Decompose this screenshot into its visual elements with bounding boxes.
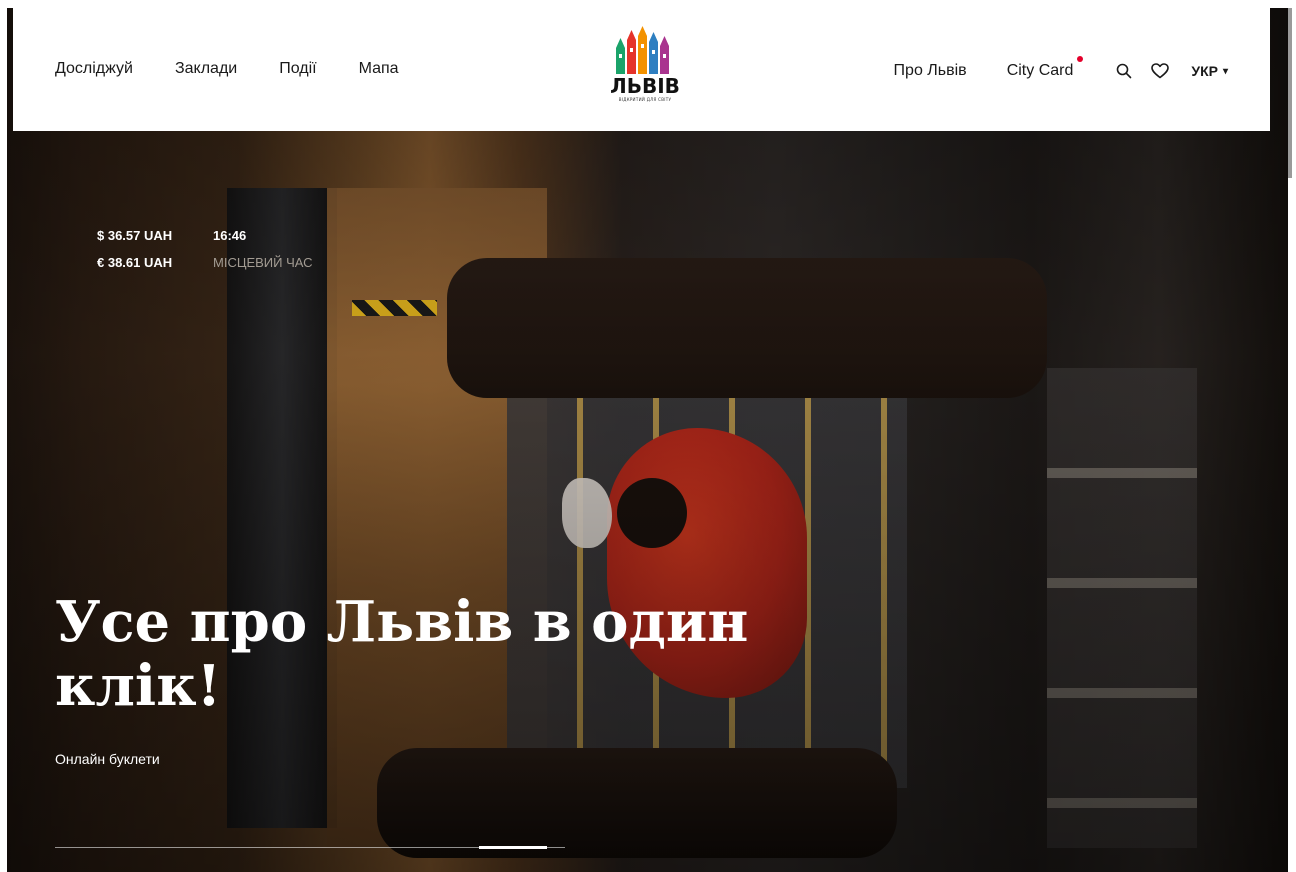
- main-nav-right: Про Львів City Card УКР ▾: [894, 56, 1228, 82]
- site-logo[interactable]: ЛЬВІВ ВІДКРИТИЙ ДЛЯ СВІТУ: [610, 26, 680, 126]
- site-header: Досліджуй Заклади Події Мапа ЛЬВІВ ВІДКР…: [13, 8, 1270, 131]
- hero-booklets-link[interactable]: Онлайн буклети: [55, 751, 160, 767]
- chevron-down-icon: ▾: [1222, 65, 1228, 77]
- city-card-label: City Card: [1006, 62, 1074, 79]
- lviv-towers-logo-icon: [616, 26, 669, 74]
- hero-photo-overlay: [7, 8, 1288, 872]
- nav-city-card-link[interactable]: City Card: [1006, 56, 1084, 80]
- favorites-button[interactable]: [1149, 60, 1171, 82]
- search-icon: [1117, 63, 1132, 79]
- page: Досліджуй Заклади Події Мапа ЛЬВІВ ВІДКР…: [0, 0, 1296, 872]
- usd-exchange-rate: $ 36.57 UAH: [97, 228, 173, 243]
- slider-progress-active[interactable]: [479, 846, 547, 849]
- main-nav-left: Досліджуй Заклади Події Мапа: [55, 60, 441, 78]
- language-selector[interactable]: УКР ▾: [1191, 63, 1228, 79]
- search-button[interactable]: [1113, 60, 1135, 82]
- hero-title: Усе про Львів в один клік!: [55, 589, 749, 719]
- language-label: УКР: [1191, 63, 1218, 79]
- slider-progress-bar: [55, 846, 565, 849]
- city-card-notification-dot: [1077, 56, 1084, 62]
- nav-explore-link[interactable]: Досліджуй: [55, 60, 133, 78]
- hero-background-photo: [7, 8, 1288, 872]
- nav-events-link[interactable]: Події: [279, 60, 316, 78]
- page-scrollbar[interactable]: [1288, 8, 1292, 178]
- heart-icon: [1151, 63, 1170, 79]
- eur-exchange-rate: € 38.61 UAH: [97, 255, 173, 270]
- local-time: 16:46: [213, 228, 247, 243]
- logo-wordmark: ЛЬВІВ: [610, 74, 680, 98]
- nav-venues-link[interactable]: Заклади: [175, 60, 237, 78]
- nav-about-link[interactable]: Про Львів: [894, 62, 967, 80]
- local-time-label: МІСЦЕВИЙ ЧАС: [213, 255, 313, 270]
- info-widget: $ 36.57 UAH 16:46 € 38.61 UAH МІСЦЕВИЙ Ч…: [97, 228, 313, 270]
- logo-tagline: ВІДКРИТИЙ ДЛЯ СВІТУ: [618, 97, 672, 102]
- nav-map-link[interactable]: Мапа: [359, 60, 399, 78]
